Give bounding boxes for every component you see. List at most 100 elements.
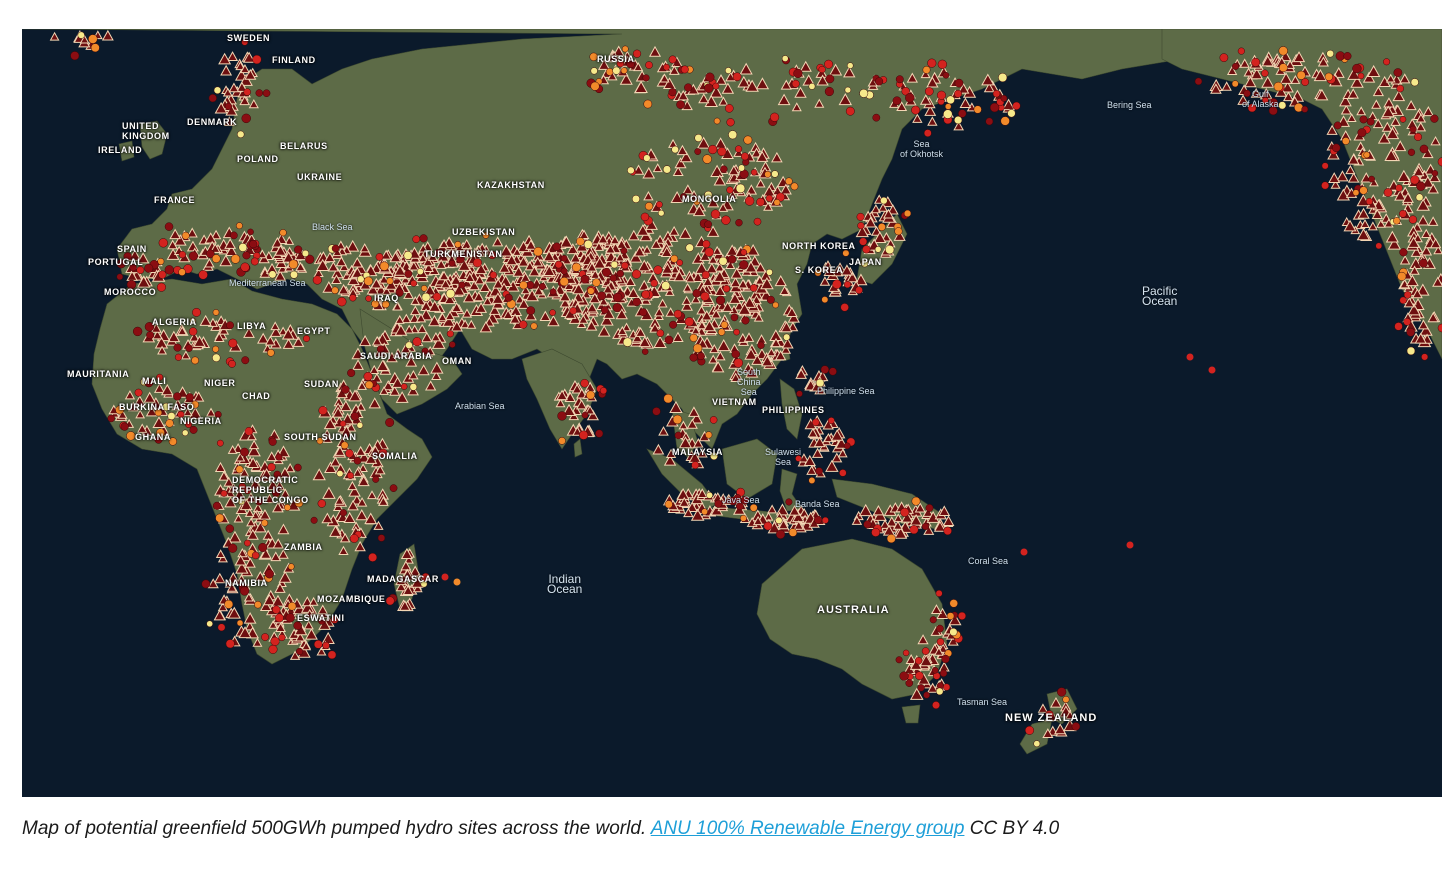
site-dot	[616, 269, 625, 278]
label-java-sea: Java Sea	[722, 495, 760, 505]
site-dot	[935, 589, 943, 597]
site-dot	[724, 104, 734, 113]
figure-caption: Map of potential greenfield 500GWh pumpe…	[22, 818, 1432, 840]
site-dot	[914, 657, 923, 665]
site-dot	[1020, 548, 1028, 556]
site-dot	[1359, 115, 1368, 124]
site-dot	[694, 148, 702, 155]
site-dot	[771, 170, 779, 178]
site-dot	[622, 337, 633, 347]
site-dot	[892, 96, 902, 106]
site-dot	[740, 514, 747, 522]
label-indian-ocean: Indian Ocean	[547, 572, 583, 596]
site-dot	[241, 113, 251, 124]
site-dot	[241, 356, 250, 365]
site-dot	[181, 231, 190, 240]
label-ghana: GHANA	[135, 432, 171, 442]
site-dot	[954, 78, 964, 88]
site-dot	[576, 237, 585, 246]
site-dot	[158, 270, 167, 279]
site-dot	[612, 66, 621, 75]
site-dot	[235, 222, 243, 230]
label-tasman-sea: Tasman Sea	[957, 697, 1008, 707]
site-dot	[238, 243, 248, 252]
site-dot	[909, 525, 919, 535]
site-dot	[368, 552, 378, 562]
site-dot	[917, 684, 925, 692]
label-somalia: SOMALIA	[372, 451, 418, 461]
site-dot	[178, 268, 186, 276]
site-dot	[674, 431, 683, 440]
site-dot	[189, 425, 198, 434]
site-dot	[236, 619, 244, 627]
site-dot	[702, 154, 712, 164]
label-vietnam: VIETNAM	[712, 397, 757, 407]
site-dot	[173, 343, 182, 352]
site-dot	[403, 250, 413, 260]
site-dot	[708, 144, 718, 155]
site-dot	[412, 235, 421, 244]
site-dot	[1413, 132, 1423, 141]
site-dot	[781, 55, 789, 62]
site-dot	[818, 65, 826, 74]
site-dot	[655, 201, 663, 209]
site-dot	[669, 320, 678, 329]
site-dot	[181, 429, 189, 437]
site-dot	[1399, 209, 1407, 218]
site-dot	[322, 641, 330, 650]
site-dot	[255, 89, 263, 97]
site-dot	[924, 87, 934, 96]
site-dot	[932, 672, 941, 680]
site-dot	[643, 154, 651, 162]
site-dot	[249, 239, 258, 249]
site-dot	[225, 524, 235, 533]
label-niger: NIGER	[204, 378, 236, 388]
site-dot	[1396, 84, 1405, 93]
site-dot	[631, 269, 642, 279]
site-dot	[844, 86, 852, 94]
site-dot	[1219, 53, 1229, 63]
site-dot	[1231, 80, 1239, 88]
site-dot	[843, 280, 852, 289]
site-dot	[580, 378, 589, 388]
site-dot	[1357, 72, 1365, 80]
site-dot	[664, 335, 674, 345]
site-dot	[267, 462, 276, 472]
site-dot	[700, 291, 710, 301]
site-dot	[642, 74, 650, 82]
label-japan: JAPAN	[849, 257, 882, 267]
site-dot	[356, 421, 364, 429]
site-dot	[347, 368, 356, 378]
label-turkmenistan: TURKMENISTAN	[424, 249, 503, 259]
label-france: FRANCE	[154, 195, 196, 205]
site-dot	[1324, 72, 1333, 81]
site-dot	[337, 296, 347, 307]
site-dot	[1366, 117, 1375, 126]
site-dot	[409, 383, 418, 391]
site-dot	[185, 344, 193, 352]
site-dot	[212, 501, 222, 510]
site-dot	[295, 647, 304, 656]
caption-source-link[interactable]: ANU 100% Renewable Energy group	[651, 818, 965, 839]
site-dot	[267, 349, 275, 357]
site-dot	[722, 284, 731, 293]
site-dot	[874, 246, 882, 253]
map-canvas	[22, 29, 1442, 797]
site-dot	[954, 89, 962, 98]
label-australia: AUSTRALIA	[817, 604, 890, 616]
site-dot	[595, 429, 604, 438]
site-dot	[937, 59, 947, 69]
label-eswatini: ESWATINI	[297, 613, 345, 623]
site-dot	[927, 58, 937, 68]
label-iraq: IRAQ	[374, 293, 399, 303]
site-dot	[240, 262, 250, 272]
site-dot	[728, 130, 738, 140]
site-dot	[731, 349, 740, 359]
site-dot	[134, 388, 143, 397]
site-dot	[691, 461, 700, 469]
site-dot	[813, 515, 823, 525]
site-dot	[676, 100, 685, 110]
site-dot	[1012, 101, 1021, 110]
site-dot	[939, 669, 948, 677]
site-dot	[198, 270, 208, 280]
